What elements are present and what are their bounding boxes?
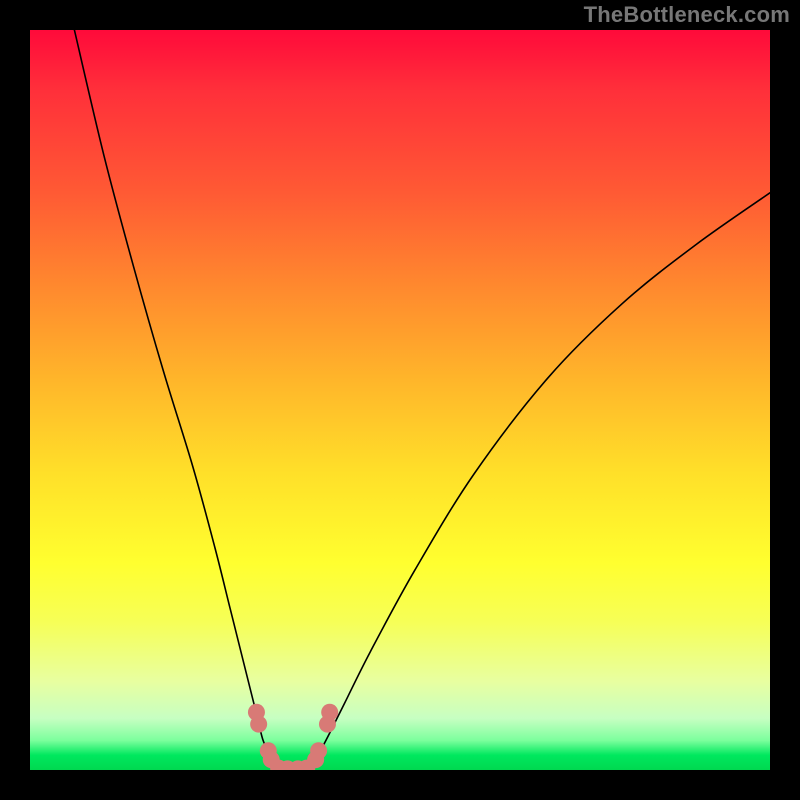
valley-marker [321,704,338,721]
valley-marker [250,716,267,733]
watermark-text: TheBottleneck.com [584,2,790,28]
chart-container: TheBottleneck.com [0,0,800,800]
plot-area [30,30,770,770]
series-left-branch [74,30,280,770]
curve-group [74,30,770,770]
valley-marker [310,742,327,759]
series-right-branch [308,193,771,770]
curves-layer [30,30,770,770]
